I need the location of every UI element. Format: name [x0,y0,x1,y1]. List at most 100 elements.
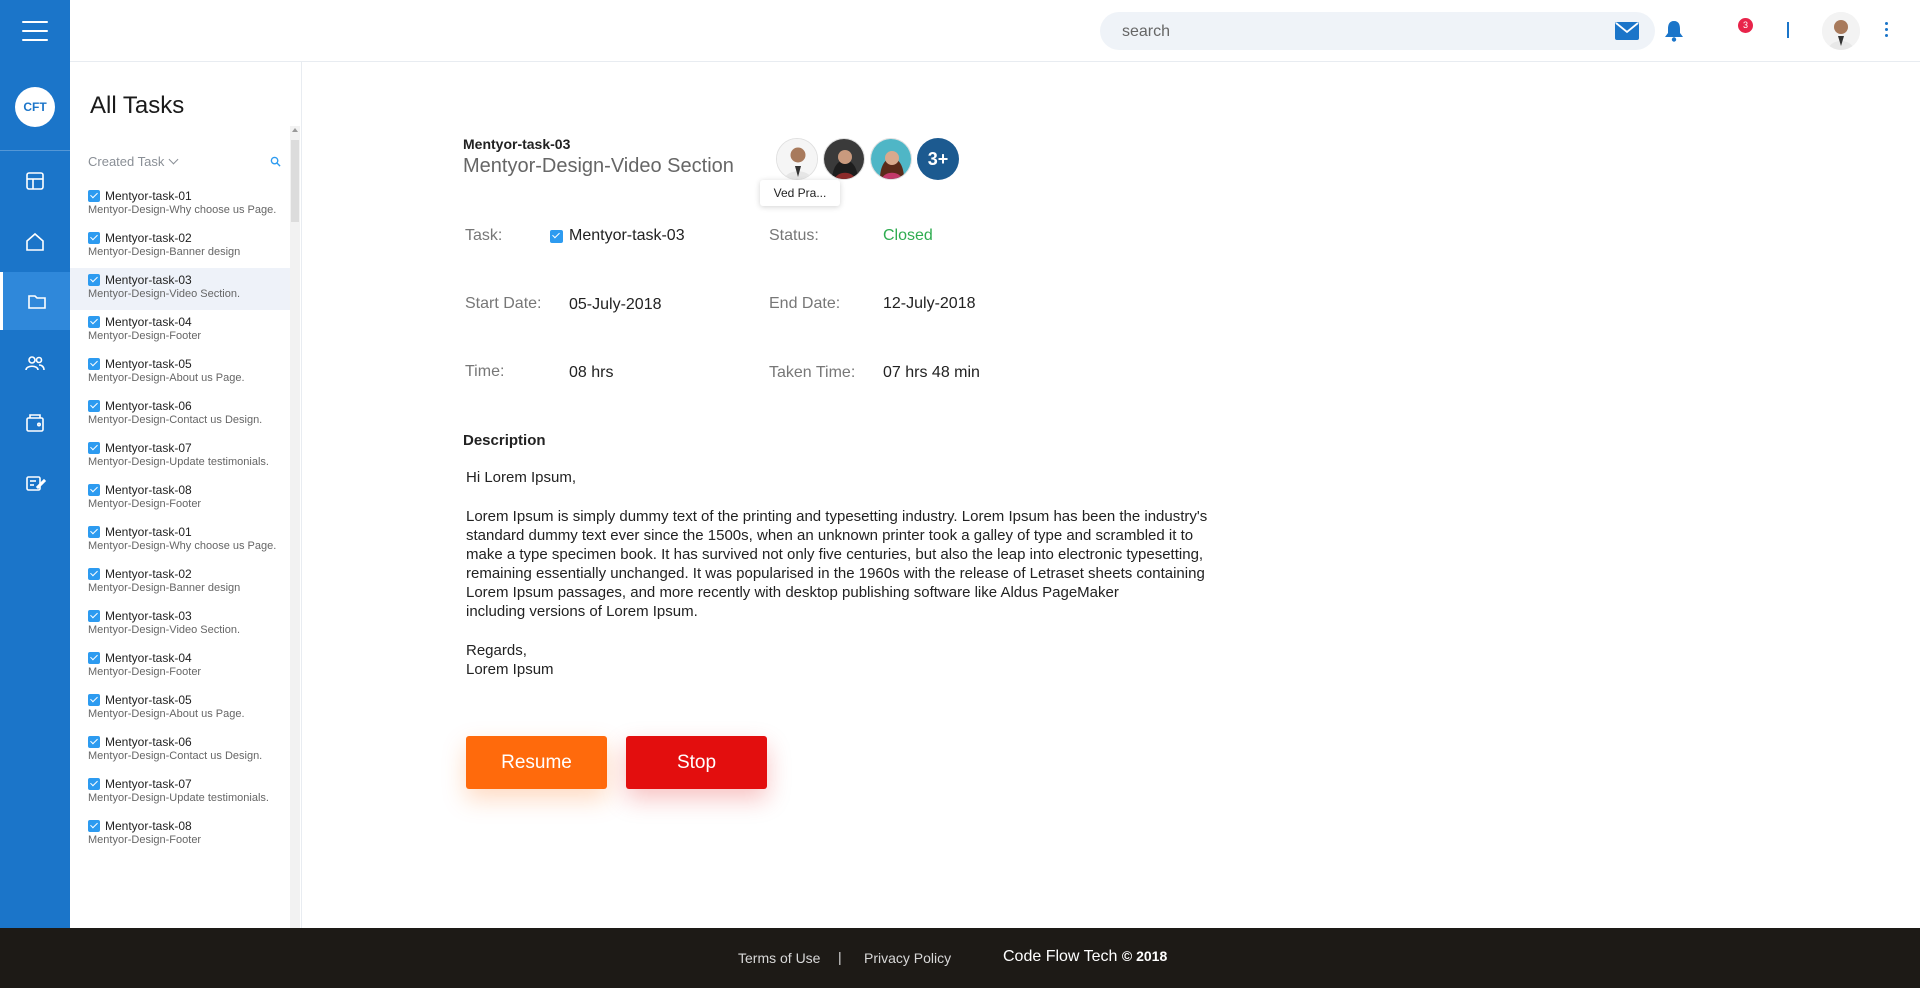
task-description: Mentyor-Design-Update testimonials. [88,456,269,468]
task-list-item[interactable]: Mentyor-task-02 Mentyor-Design-Banner des… [70,226,290,268]
task-code: Mentyor-task-04 [105,315,192,329]
task-description: Mentyor-Design-Video Section. [88,288,241,300]
task-description: Mentyor-Design-Banner design [88,246,241,258]
chevron-down-icon [168,154,179,165]
task-list-heading: All Tasks [90,92,185,119]
topbar-divider [1787,22,1789,38]
task-list-item[interactable]: Mentyor-task-07 Mentyor-Design-Update tes… [70,772,290,814]
scroll-up-icon[interactable] [292,128,298,132]
brand-name: Code Flow Tech [1003,948,1118,965]
task-code: Mentyor-task-06 [105,399,192,413]
task-list-item[interactable]: Mentyor-task-04 Mentyor-Design-Footer [70,310,290,352]
task-detail-title: Mentyor-Design-Video Section [463,155,734,177]
task-description: Mentyor-Design-About us Page. [88,372,245,384]
checkbox-checked-icon[interactable] [88,484,100,496]
task-code: Mentyor-task-03 [105,273,192,287]
task-list-item[interactable]: Mentyor-task-04 Mentyor-Design-Footer [70,646,290,688]
task-list-item-selected[interactable]: Mentyor-task-03 Mentyor-Design-Video Sect… [70,268,290,310]
users-icon [25,356,45,371]
task-list-item[interactable]: Mentyor-task-07 Mentyor-Design-Update tes… [70,436,290,478]
task-value-text: Mentyor-task-03 [569,227,685,244]
end-date-value: 12-July-2018 [883,295,976,312]
task-list-item[interactable]: Mentyor-task-01 Mentyor-Design-Why choose… [70,520,290,562]
checkbox-checked-icon[interactable] [88,820,100,832]
scrollbar-thumb[interactable] [291,140,299,222]
task-code: Mentyor-task-06 [105,735,192,749]
description-body: Hi Lorem Ipsum, Lorem Ipsum is simply du… [466,468,1266,699]
checkbox-checked-icon[interactable] [88,736,100,748]
copyright-text: © 2018 [1121,948,1168,964]
description-paragraph: Lorem Ipsum is simply dummy text of the … [466,508,1208,620]
checkbox-checked-icon[interactable] [88,778,100,790]
task-code: Mentyor-task-05 [105,693,192,707]
task-description: Mentyor-Design-Footer [88,330,202,342]
start-date-value: 05-July-2018 [569,296,662,313]
projects-nav[interactable] [0,272,70,330]
task-list-item[interactable]: Mentyor-task-03 Mentyor-Design-Video Sect… [70,604,290,646]
task-list: Mentyor-task-01 Mentyor-Design-Why choose… [70,184,290,856]
task-list-item[interactable]: Mentyor-task-08 Mentyor-Design-Footer [70,478,290,520]
checkbox-checked-icon[interactable] [88,232,100,244]
task-detail-code: Mentyor-task-03 [463,136,571,152]
task-search-icon[interactable] [270,156,281,167]
task-list-item[interactable]: Mentyor-task-06 Mentyor-Design-Contact us… [70,730,290,772]
more-assignees-badge[interactable]: 3+ [917,138,959,180]
task-value: Mentyor-task-03 [550,227,685,245]
checkbox-checked-icon[interactable] [88,610,100,622]
notification-badge: 3 [1738,18,1753,33]
search-box [1100,12,1655,52]
task-list-item[interactable]: Mentyor-task-01 Mentyor-Design-Why choose… [70,184,290,226]
footer-brand: Code Flow Tech © 2018 [1003,948,1167,966]
mail-icon[interactable] [1615,22,1639,40]
home-nav[interactable] [0,213,70,271]
assignee-avatar[interactable] [870,138,912,180]
task-list-item[interactable]: Mentyor-task-02 Mentyor-Design-Banner des… [70,562,290,604]
assignee-avatar[interactable] [776,138,818,180]
assignee-tooltip: Ved Pra... [760,180,840,206]
task-list-item[interactable]: Mentyor-task-08 Mentyor-Design-Footer [70,814,290,856]
company-logo: CFT [15,87,55,127]
task-list-scrollbar[interactable] [290,126,300,930]
task-list-item[interactable]: Mentyor-task-05 Mentyor-Design-About us P… [70,688,290,730]
checkbox-checked-icon[interactable] [88,190,100,202]
checkbox-checked-icon[interactable] [88,652,100,664]
task-code: Mentyor-task-02 [105,567,192,581]
task-list-item[interactable]: Mentyor-task-06 Mentyor-Design-Contact us… [70,394,290,436]
terms-link[interactable]: Terms of Use [738,950,820,966]
task-description: Mentyor-Design-Why choose us Page. [88,540,277,552]
checkbox-checked-icon[interactable] [88,568,100,580]
wallet-nav[interactable] [0,394,70,452]
reports-nav[interactable] [0,454,70,512]
search-input[interactable] [1120,12,1604,52]
checkbox-checked-icon[interactable] [88,274,100,286]
resume-button[interactable]: Resume [466,736,607,789]
checkbox-checked-icon[interactable] [88,316,100,328]
assignee-avatar[interactable] [823,138,865,180]
dashboard-nav[interactable] [0,152,70,210]
more-options-icon[interactable] [1885,22,1889,40]
privacy-link[interactable]: Privacy Policy [864,950,951,966]
menu-icon[interactable] [22,21,48,43]
checkbox-checked-icon[interactable] [88,358,100,370]
checkbox-checked-icon[interactable] [550,229,563,243]
task-description: Mentyor-Design-About us Page. [88,708,245,720]
stop-button[interactable]: Stop [626,736,767,789]
checkbox-checked-icon[interactable] [88,694,100,706]
report-edit-icon [26,476,46,491]
description-signoff: Regards, Lorem Ipsum [466,642,554,678]
checkbox-checked-icon[interactable] [88,442,100,454]
task-code: Mentyor-task-08 [105,483,192,497]
bell-icon[interactable] [1664,20,1684,42]
task-list-panel: All Tasks Created Task Mentyor-task-01 Me… [70,62,302,930]
team-nav[interactable] [0,334,70,392]
time-value: 08 hrs [569,364,614,381]
task-filter-dropdown[interactable]: Created Task [88,154,179,169]
checkbox-checked-icon[interactable] [88,400,100,412]
checkbox-checked-icon[interactable] [88,526,100,538]
logo-text: CFT [23,100,47,114]
rail-divider [0,150,70,151]
task-list-item[interactable]: Mentyor-task-05 Mentyor-Design-About us P… [70,352,290,394]
taken-time-value: 07 hrs 48 min [883,364,980,381]
user-avatar[interactable] [1822,12,1860,50]
task-detail: Mentyor-task-03 Mentyor-Design-Video Sec… [302,62,1920,928]
